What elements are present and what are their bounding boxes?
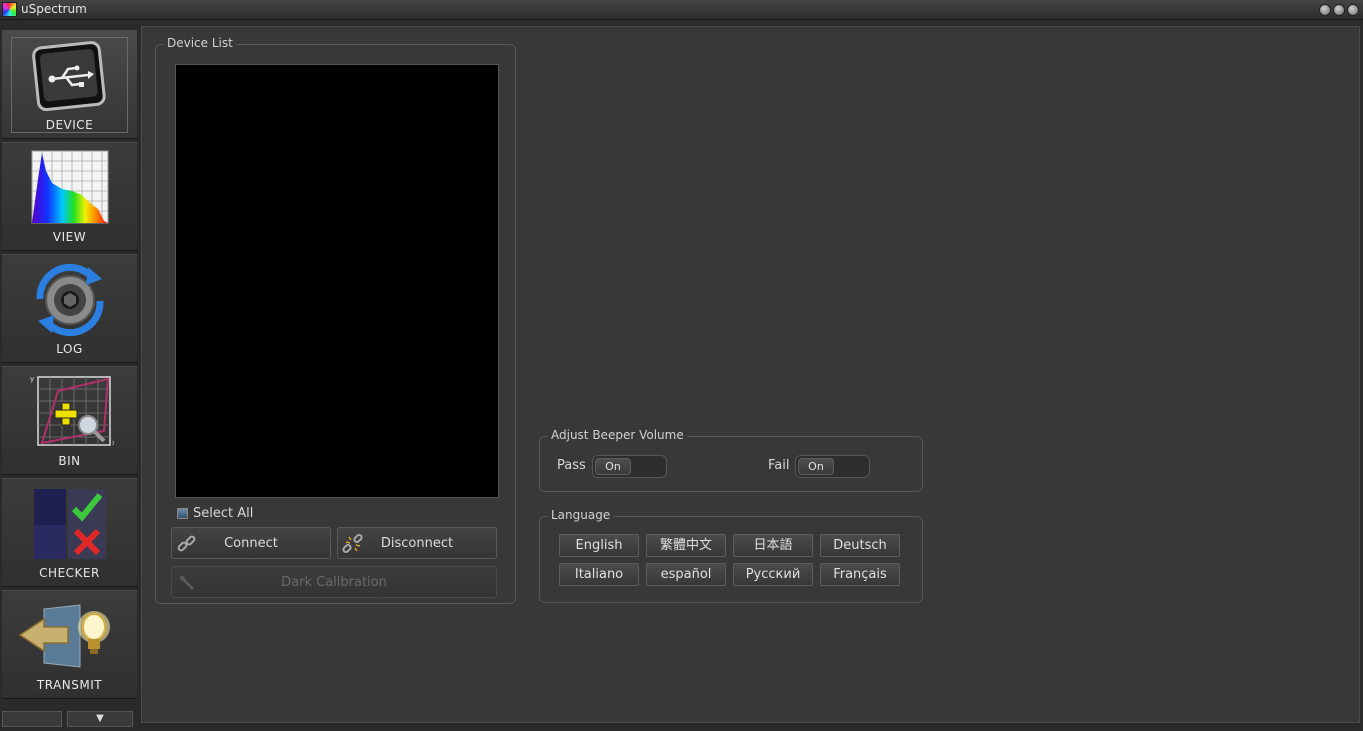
nav-label-view: VIEW: [52, 230, 87, 244]
usb-icon: [32, 41, 106, 112]
dark-calibration-label: Dark Calibration: [281, 575, 387, 590]
language-button-english[interactable]: English: [559, 534, 639, 557]
maximize-button[interactable]: [1333, 4, 1345, 16]
fail-label: Fail: [768, 458, 790, 473]
pass-toggle[interactable]: On: [592, 455, 667, 478]
nav-label-bin: BIN: [58, 454, 81, 468]
title-bar: uSpectrum: [0, 0, 1363, 20]
pass-label: Pass: [557, 458, 586, 473]
nav-label-log: LOG: [56, 342, 83, 356]
nav-label-checker: CHECKER: [39, 566, 100, 580]
language-button-japanese[interactable]: 日本語: [733, 534, 813, 557]
language-group: Language English 繁體中文 日本語 Deutsch Italia…: [539, 508, 923, 603]
nav-item-transmit[interactable]: TRANSMIT: [2, 590, 137, 699]
app-logo-icon: [2, 2, 17, 17]
language-button-traditional-chinese[interactable]: 繁體中文: [646, 534, 726, 557]
language-button-german[interactable]: Deutsch: [820, 534, 900, 557]
connect-button[interactable]: Connect: [171, 527, 331, 559]
app-title: uSpectrum: [21, 2, 87, 16]
close-button[interactable]: [1347, 4, 1359, 16]
nav-label-transmit: TRANSMIT: [36, 678, 103, 692]
connect-label: Connect: [224, 536, 278, 551]
pass-toggle-state: On: [595, 458, 631, 475]
select-all-checkbox[interactable]: [177, 508, 188, 519]
svg-text:y: y: [30, 375, 34, 383]
language-button-spanish[interactable]: español: [646, 563, 726, 586]
app-window: uSpectrum DEVICE VIEW LOG y BIN CHECKER …: [0, 0, 1363, 731]
nav-item-view[interactable]: VIEW: [2, 142, 137, 251]
nav-item-log[interactable]: LOG: [2, 254, 137, 363]
language-button-italian[interactable]: Italiano: [559, 563, 639, 586]
nav-item-checker[interactable]: CHECKER: [2, 478, 137, 587]
spectrum-chart-icon: [31, 150, 109, 224]
disconnect-button[interactable]: Disconnect: [337, 527, 497, 559]
fail-toggle[interactable]: On: [795, 455, 870, 478]
beeper-volume-group: Adjust Beeper Volume Pass On Fail On: [539, 428, 923, 492]
language-button-french[interactable]: Français: [820, 563, 900, 586]
select-all-label: Select All: [193, 506, 254, 521]
bin-graph-magnifier-icon: y x: [30, 375, 114, 447]
nav-item-device[interactable]: DEVICE: [2, 30, 137, 139]
scroll-up-button[interactable]: [2, 711, 62, 727]
language-title: Language: [548, 508, 614, 522]
fail-toggle-state: On: [798, 458, 834, 475]
nav-item-bin[interactable]: y x BIN: [2, 366, 137, 475]
device-list-group: Device List Select All Connect Disconnec…: [155, 36, 516, 604]
refresh-camera-icon: [36, 263, 104, 337]
svg-text:x: x: [112, 439, 114, 447]
scroll-down-button[interactable]: ▼: [67, 711, 133, 727]
disconnect-label: Disconnect: [380, 536, 454, 551]
device-list[interactable]: [175, 64, 499, 498]
transmit-bulb-icon: [18, 604, 110, 668]
beeper-volume-title: Adjust Beeper Volume: [548, 428, 687, 442]
main-panel: Device List Select All Connect Disconnec…: [141, 26, 1360, 723]
device-list-title: Device List: [164, 36, 236, 50]
minimize-button[interactable]: [1319, 4, 1331, 16]
sidebar: DEVICE VIEW LOG y BIN CHECKER TRANSMIT ▼: [0, 24, 138, 731]
nav-label-device: DEVICE: [45, 118, 94, 132]
language-button-russian[interactable]: Русский: [733, 563, 813, 586]
dark-calibration-button[interactable]: Dark Calibration: [171, 566, 497, 598]
check-cross-icon: [34, 489, 106, 559]
